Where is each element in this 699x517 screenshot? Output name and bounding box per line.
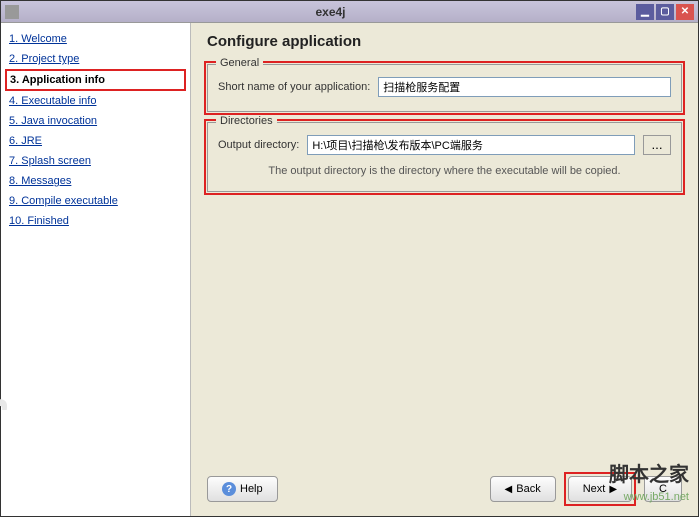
- close-button[interactable]: ✕: [676, 4, 694, 20]
- short-name-label: Short name of your application:: [218, 81, 370, 93]
- step-splash-screen[interactable]: 7. Splash screen: [5, 151, 186, 171]
- help-icon: ?: [222, 482, 236, 496]
- brand-logo: exe4j: [0, 398, 9, 508]
- back-button[interactable]: ◀ Back: [490, 476, 556, 502]
- directories-fieldset: Directories Output directory: ... The ou…: [207, 122, 682, 192]
- step-compile-executable[interactable]: 9. Compile executable: [5, 191, 186, 211]
- wizard-steps-sidebar: 1. Welcome 2. Project type 3. Applicatio…: [1, 23, 191, 516]
- window-title: exe4j: [25, 5, 636, 19]
- help-label: Help: [240, 483, 263, 495]
- step-executable-info[interactable]: 4. Executable info: [5, 91, 186, 111]
- general-legend: General: [216, 57, 263, 69]
- cancel-label: C: [659, 483, 667, 495]
- step-application-info[interactable]: 3. Application info: [5, 69, 186, 91]
- help-button[interactable]: ? Help: [207, 476, 278, 502]
- maximize-button[interactable]: ▢: [656, 4, 674, 20]
- titlebar: exe4j ▁ ▢ ✕: [1, 1, 698, 23]
- browse-button[interactable]: ...: [643, 135, 671, 155]
- step-java-invocation[interactable]: 5. Java invocation: [5, 111, 186, 131]
- back-label: Back: [516, 483, 540, 495]
- next-arrow-icon: ▶: [609, 484, 617, 495]
- directories-legend: Directories: [216, 115, 277, 127]
- step-jre[interactable]: 6. JRE: [5, 131, 186, 151]
- step-finished[interactable]: 10. Finished: [5, 211, 186, 231]
- wizard-footer: ? Help ◀ Back Next ▶ C: [207, 462, 682, 506]
- next-label: Next: [583, 483, 606, 495]
- output-dir-input[interactable]: [307, 135, 635, 155]
- cancel-button[interactable]: C: [644, 476, 682, 502]
- output-dir-hint: The output directory is the directory wh…: [218, 165, 671, 177]
- step-project-type[interactable]: 2. Project type: [5, 49, 186, 69]
- output-dir-label: Output directory:: [218, 139, 299, 151]
- short-name-input[interactable]: [378, 77, 671, 97]
- step-welcome[interactable]: 1. Welcome: [5, 29, 186, 49]
- back-arrow-icon: ◀: [505, 484, 513, 495]
- step-messages[interactable]: 8. Messages: [5, 171, 186, 191]
- next-button[interactable]: Next ▶: [568, 476, 632, 502]
- app-icon: [5, 5, 19, 19]
- page-title: Configure application: [207, 33, 682, 50]
- general-fieldset: General Short name of your application:: [207, 64, 682, 112]
- minimize-button[interactable]: ▁: [636, 4, 654, 20]
- main-panel: Configure application General Short name…: [191, 23, 698, 516]
